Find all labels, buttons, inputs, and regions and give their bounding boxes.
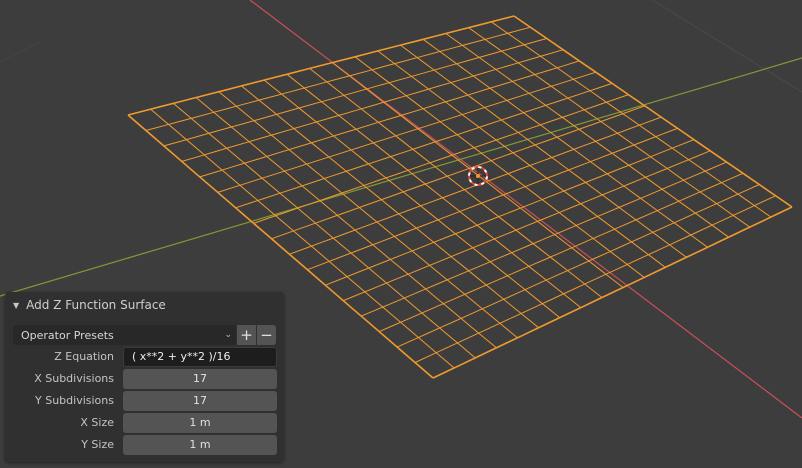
z-equation-row: Z Equation ( x**2 + y**2 )/16 (13, 347, 277, 367)
y-subdivisions-row: Y Subdivisions 17 (13, 391, 277, 411)
operator-presets-label: Operator Presets (21, 328, 114, 342)
floor-grid-line (0, 41, 41, 63)
mesh-edge (309, 68, 603, 298)
operator-presets-dropdown[interactable]: Operator Presets ⌄ (13, 325, 236, 345)
y-size-label: Y Size (81, 438, 114, 451)
z-equation-label: Z Equation (54, 350, 114, 363)
operator-presets-row: Operator Presets ⌄ + − (13, 325, 277, 345)
mesh-edge (378, 172, 744, 333)
mesh-edge (286, 73, 582, 308)
mesh-edge (217, 71, 596, 193)
x-size-row: X Size 1 m (13, 413, 277, 433)
y-subdivisions-label: Y Subdivisions (35, 394, 114, 407)
mesh-edge (414, 195, 776, 363)
z-equation-field[interactable]: ( x**2 + y**2 )/16 (123, 347, 277, 367)
mesh-edge (445, 33, 729, 238)
y-size-row: Y Size 1 m (13, 435, 277, 455)
panel-title: Add Z Function Surface (26, 298, 166, 312)
y-size-field[interactable]: 1 m (123, 435, 277, 455)
mesh-edge (325, 139, 695, 286)
mesh-edge (361, 161, 727, 317)
x-subdivisions-label: X Subdivisions (34, 372, 114, 385)
mesh-edge (354, 56, 645, 278)
operator-redo-panel: ▼ Add Z Function Surface Operator Preset… (5, 292, 284, 462)
x-subdivisions-row: X Subdivisions 17 (13, 369, 277, 389)
chevron-down-icon: ⌄ (224, 330, 232, 340)
panel-header[interactable]: ▼ Add Z Function Surface (5, 292, 284, 318)
add-preset-button[interactable]: + (237, 325, 256, 345)
remove-preset-button[interactable]: − (257, 325, 276, 345)
floor-grid-line (651, 0, 802, 93)
3d-cursor-icon[interactable] (468, 166, 488, 186)
x-size-label: X Size (80, 416, 114, 429)
mesh-edge (396, 184, 760, 348)
x-subdivisions-field[interactable]: 17 (123, 369, 277, 389)
mesh-boundary-edge (513, 15, 793, 208)
collapse-triangle-icon[interactable]: ▼ (13, 301, 19, 310)
x-size-field[interactable]: 1 m (123, 413, 277, 433)
mesh-edge (253, 94, 629, 224)
y-subdivisions-field[interactable]: 17 (123, 391, 277, 411)
mesh-boundary-edge (127, 15, 515, 116)
mesh-edge (271, 105, 645, 240)
